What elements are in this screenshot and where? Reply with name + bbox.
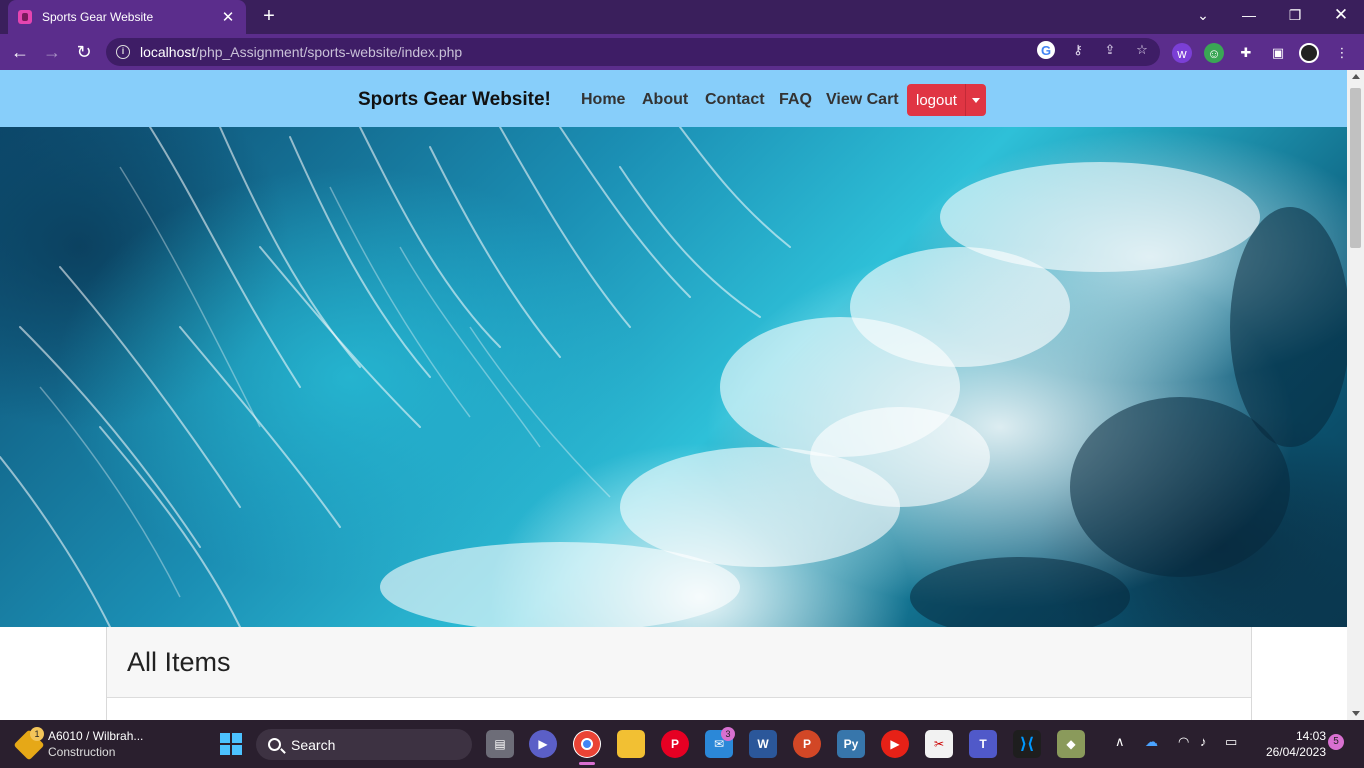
tab-close-icon[interactable]: ✕ — [220, 8, 236, 26]
close-window-button[interactable]: ✕ — [1318, 0, 1364, 30]
chrome-center-icon — [581, 738, 593, 750]
browser-menu-icon[interactable]: ⋮ — [1332, 43, 1352, 63]
clock-time: 14:03 — [1295, 729, 1326, 743]
restore-button[interactable]: ❐ — [1272, 0, 1318, 30]
address-bar[interactable]: i localhost/php_Assignment/sports-websit… — [106, 38, 1160, 66]
taskbar-clock[interactable]: 14:03 26/04/2023 — [1250, 728, 1326, 760]
nav-faq[interactable]: FAQ — [779, 91, 812, 109]
notification-badge[interactable]: 5 — [1328, 734, 1344, 750]
bookmark-star-icon[interactable]: ☆ — [1133, 41, 1151, 59]
logout-button[interactable]: logout — [907, 84, 986, 116]
nav-view-cart[interactable]: View Cart — [826, 91, 899, 109]
page-viewport: Sports Gear Website! Home About Contact … — [0, 70, 1347, 720]
side-panel-icon[interactable]: ▣ — [1268, 43, 1288, 63]
chrome-icon[interactable] — [573, 730, 601, 758]
windows-taskbar: 1 A6010 / Wilbrah... Construction Search… — [0, 720, 1364, 768]
address-url: localhost/php_Assignment/sports-website/… — [140, 44, 463, 60]
section-title: All Items — [127, 646, 231, 677]
snipping-tool-icon[interactable]: ✂ — [925, 730, 953, 758]
widget-subtitle: Construction — [48, 745, 116, 759]
python-icon[interactable]: Py — [837, 730, 865, 758]
scroll-down-icon[interactable] — [1352, 711, 1360, 716]
vscode-icon[interactable]: ⟩⟨ — [1013, 730, 1041, 758]
browser-tab[interactable]: Sports Gear Website ✕ — [8, 0, 246, 34]
start-button[interactable] — [217, 730, 245, 758]
hero-wave-texture — [0, 127, 1347, 627]
windows-logo-icon — [220, 733, 242, 755]
tab-search-chevron-icon[interactable]: ⌄ — [1180, 0, 1226, 30]
share-icon[interactable]: ⇪ — [1101, 41, 1119, 59]
reload-button[interactable]: ↻ — [71, 40, 97, 64]
taskbar-search[interactable]: Search — [256, 729, 472, 760]
weather-widget[interactable]: 1 A6010 / Wilbrah... Construction — [13, 727, 158, 761]
nav-home[interactable]: Home — [581, 91, 625, 109]
tab-title: Sports Gear Website — [42, 10, 154, 24]
minimize-button[interactable]: — — [1226, 0, 1272, 30]
chrome-active-indicator — [579, 762, 595, 765]
page-scrollbar[interactable] — [1347, 70, 1364, 720]
onedrive-icon[interactable]: ☁ — [1145, 734, 1158, 750]
google-lens-icon[interactable]: G — [1037, 41, 1055, 59]
all-items-card: All Items — [106, 627, 1252, 720]
widget-title: A6010 / Wilbrah... — [48, 729, 144, 743]
browser-toolbar: ← → ↻ i localhost/php_Assignment/sports-… — [0, 34, 1364, 70]
powerpoint-icon[interactable]: P — [793, 730, 821, 758]
logout-dropdown-toggle[interactable] — [965, 84, 986, 116]
nav-about[interactable]: About — [642, 91, 688, 109]
search-label: Search — [291, 736, 336, 753]
key-icon[interactable]: ⚷ — [1069, 41, 1087, 59]
wifi-icon[interactable]: ◠ — [1178, 734, 1189, 750]
extension-robot-icon[interactable]: ☺ — [1204, 43, 1224, 63]
logout-label: logout — [916, 91, 957, 109]
card-header: All Items — [107, 627, 1251, 698]
nav-contact[interactable]: Contact — [705, 91, 765, 109]
video-call-icon[interactable]: ▶ — [529, 730, 557, 758]
new-tab-button[interactable]: + — [258, 5, 280, 27]
extensions-puzzle-icon[interactable]: ✚ — [1236, 43, 1256, 63]
caret-down-icon — [972, 97, 980, 103]
search-icon — [268, 738, 281, 751]
site-brand[interactable]: Sports Gear Website! — [358, 89, 551, 111]
mail-badge: 3 — [721, 727, 735, 741]
weather-badge: 1 — [30, 727, 44, 741]
cube-app-icon[interactable]: ◆ — [1057, 730, 1085, 758]
scroll-up-icon[interactable] — [1352, 74, 1360, 79]
file-explorer-icon[interactable] — [617, 730, 645, 758]
browser-tab-bar: Sports Gear Website ✕ + ⌄ — ❐ ✕ — [0, 0, 1364, 34]
youtube-icon[interactable]: ▶ — [881, 730, 909, 758]
extension-w-icon[interactable]: w — [1172, 43, 1192, 63]
forward-button[interactable]: → — [39, 40, 65, 64]
hero-banner-image — [0, 127, 1347, 627]
profile-avatar[interactable] — [1299, 43, 1319, 63]
site-navbar: Sports Gear Website! Home About Contact … — [0, 70, 1347, 127]
site-favicon-icon — [18, 10, 32, 24]
tray-overflow-icon[interactable]: ∧ — [1115, 734, 1125, 750]
volume-icon[interactable]: ♪ — [1200, 734, 1207, 749]
teams-icon[interactable]: T — [969, 730, 997, 758]
pinterest-icon[interactable]: P — [661, 730, 689, 758]
scrollbar-thumb[interactable] — [1350, 88, 1361, 248]
battery-icon[interactable]: ▭ — [1225, 734, 1237, 750]
clock-date: 26/04/2023 — [1265, 745, 1326, 759]
task-view-icon[interactable]: ▤ — [486, 730, 514, 758]
site-info-icon[interactable]: i — [116, 45, 130, 59]
word-icon[interactable]: W — [749, 730, 777, 758]
back-button[interactable]: ← — [7, 40, 33, 64]
